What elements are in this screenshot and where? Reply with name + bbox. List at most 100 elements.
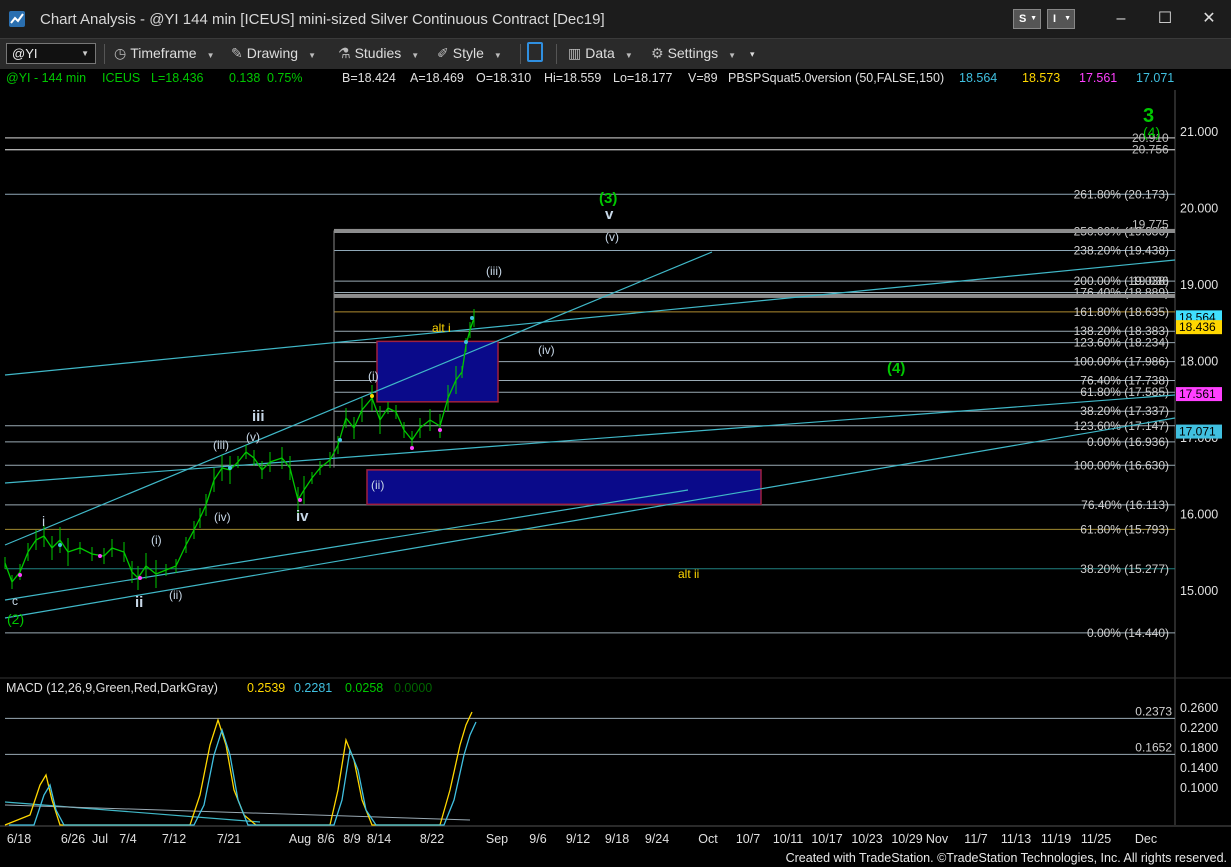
macd-tick-label: 0.1800 xyxy=(1180,741,1218,755)
chevron-down-icon: ▼ xyxy=(493,51,502,60)
footer-text: Created with TradeStation. ©TradeStation… xyxy=(785,851,1227,865)
s-button[interactable]: S ▼ xyxy=(1013,9,1041,29)
time-tick-label: 10/17 xyxy=(811,832,842,846)
study-dot xyxy=(464,340,468,344)
toolbar-separator xyxy=(556,44,557,64)
time-tick-label: 9/6 xyxy=(529,832,546,846)
time-tick-label: 11/25 xyxy=(1081,832,1111,846)
wave-label: (i) xyxy=(151,533,162,547)
time-tick-label: 8/14 xyxy=(367,832,391,846)
fib-level-label: 38.20% (17.337) xyxy=(1080,404,1169,418)
time-tick-label: 8/6 xyxy=(317,832,334,846)
time-tick-label: 6/26 xyxy=(61,832,85,846)
maximize-button[interactable]: ☐ xyxy=(1150,6,1180,32)
macd-value-1: 0.2539 xyxy=(247,681,285,695)
settings-label: Settings xyxy=(667,45,719,61)
flask-icon: ⚗ xyxy=(338,45,351,61)
study-dot xyxy=(18,573,22,577)
time-tick-label: Oct xyxy=(698,832,718,846)
chevron-down-icon: ▼ xyxy=(411,51,420,60)
study-dot xyxy=(338,438,342,442)
time-tick-label: 7/4 xyxy=(119,832,136,846)
wave-label: (ii) xyxy=(169,588,182,602)
time-tick-label: 8/22 xyxy=(420,832,444,846)
status-exchange: ICEUS xyxy=(102,71,140,85)
status-change-pct: 0.75% xyxy=(267,71,302,85)
price-badge-label: 18.436 xyxy=(1179,320,1216,334)
toolbar-separator xyxy=(104,44,105,64)
study-dot xyxy=(438,428,442,432)
fib-level-label: 61.80% (17.585) xyxy=(1080,385,1169,399)
time-tick-label: 10/23 xyxy=(851,832,882,846)
status-last: L=18.436 xyxy=(151,71,204,85)
macd-value-3: 0.0258 xyxy=(345,681,383,695)
study-dot xyxy=(228,466,232,470)
status-bid: B=18.424 xyxy=(342,71,396,85)
price-tick-label: 16.000 xyxy=(1180,508,1218,522)
fib-level-label: 123.60% (18.234) xyxy=(1074,336,1169,350)
layout-icon xyxy=(527,42,543,62)
studies-label: Studies xyxy=(354,45,402,61)
time-tick-label: Dec xyxy=(1135,832,1157,846)
toolbar-overflow-icon[interactable]: ▾ xyxy=(750,49,755,60)
symbol-input[interactable]: @YI ▼ xyxy=(6,43,96,64)
bar-chart-icon: ▥ xyxy=(568,45,582,61)
brush-icon: ✐ xyxy=(437,45,449,61)
fib-level-label: 100.00% (17.986) xyxy=(1074,355,1169,369)
minimize-button[interactable]: – xyxy=(1106,6,1136,32)
drawing-label: Drawing xyxy=(246,45,299,61)
macd-tick-label: 0.1000 xyxy=(1180,781,1218,795)
wave-label: alt ii xyxy=(678,567,699,581)
fib-level-label: 161.80% (18.635) xyxy=(1074,305,1169,319)
footer: Created with TradeStation. ©TradeStation… xyxy=(0,850,1231,867)
status-change: 0.138 xyxy=(229,71,260,85)
fib-level-label: 0.00% (14.440) xyxy=(1087,626,1169,640)
time-tick-label: 8/9 xyxy=(343,832,360,846)
study-dot xyxy=(298,498,302,502)
macd-tick-label: 0.2600 xyxy=(1180,701,1218,715)
wave-label: (v) xyxy=(605,230,619,244)
timeframe-menu[interactable]: ◷ Timeframe ▼ xyxy=(114,45,215,62)
chevron-down-icon: ▼ xyxy=(206,51,215,60)
wave-label: (iv) xyxy=(538,343,555,357)
time-tick-label: 9/18 xyxy=(605,832,629,846)
studies-menu[interactable]: ⚗ Studies ▼ xyxy=(338,45,419,62)
status-ask: A=18.469 xyxy=(410,71,464,85)
fib-level-label: 76.40% (16.113) xyxy=(1081,498,1169,512)
wave-label: ii xyxy=(135,594,143,611)
fib-level-label: 238.20% (19.438) xyxy=(1074,243,1169,257)
fib-band xyxy=(334,293,1175,298)
time-tick-label: 10/29 xyxy=(891,832,922,846)
resistance-box xyxy=(376,340,499,403)
study-dot xyxy=(138,576,142,580)
time-tick-label: 11/7 xyxy=(964,832,987,846)
layout-toggle-button[interactable] xyxy=(527,42,543,65)
app-icon xyxy=(9,11,25,27)
wave-label: (iii) xyxy=(486,264,502,278)
chevron-down-icon: ▼ xyxy=(728,51,737,60)
drawing-menu[interactable]: ✎ Drawing ▼ xyxy=(231,45,316,62)
top-level-label: 20.756 xyxy=(1132,143,1169,157)
wave-label: (v) xyxy=(246,430,260,444)
macd-title: MACD (12,26,9,Green,Red,DarkGray) xyxy=(6,681,218,695)
wave-label: (4) xyxy=(1143,124,1160,140)
price-chart[interactable]: @YI - 144 min ICEUS L=18.436 0.138 0.75%… xyxy=(0,69,1231,850)
wave-label: c xyxy=(12,594,18,608)
toolbar-separator xyxy=(520,44,521,64)
gear-icon: ⚙ xyxy=(651,45,664,61)
time-tick-label: 11/19 xyxy=(1041,832,1071,846)
status-study: PBSPSquat5.0version (50,FALSE,150) xyxy=(728,71,944,85)
study-dot xyxy=(370,394,374,398)
pencil-icon: ✎ xyxy=(231,45,243,61)
style-menu[interactable]: ✐ Style ▼ xyxy=(437,45,502,62)
price-badge-label: 17.561 xyxy=(1179,387,1216,401)
data-menu[interactable]: ▥ Data ▼ xyxy=(568,45,633,62)
study-dot xyxy=(58,543,62,547)
macd-tick-label: 0.1400 xyxy=(1180,761,1218,775)
close-button[interactable]: ✕ xyxy=(1194,6,1224,32)
i-button[interactable]: I ▼ xyxy=(1047,9,1075,29)
time-tick-label: 10/11 xyxy=(773,832,803,846)
settings-menu[interactable]: ⚙ Settings ▼ xyxy=(651,45,736,62)
time-tick-label: Sep xyxy=(486,832,508,846)
status-high: Hi=18.559 xyxy=(544,71,601,85)
